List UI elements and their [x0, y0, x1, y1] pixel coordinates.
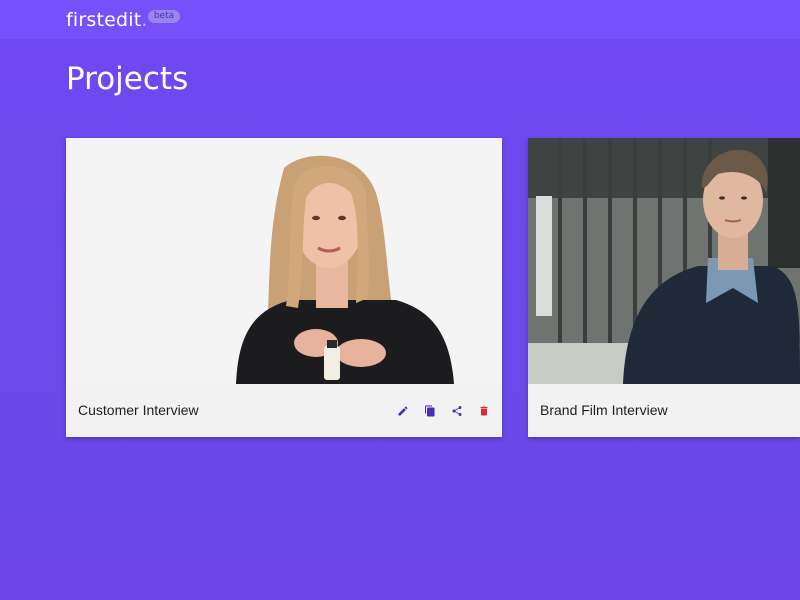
duplicate-button[interactable]: [419, 400, 441, 422]
card-actions: [392, 400, 500, 422]
project-thumbnail[interactable]: [528, 138, 800, 384]
project-card[interactable]: Brand Film Interview: [528, 138, 800, 437]
video-thumbnail-image: [66, 138, 502, 384]
video-thumbnail-image: [528, 138, 800, 384]
project-title[interactable]: Customer Interview: [78, 401, 199, 419]
top-bar: firstedit. beta: [0, 0, 800, 39]
logo[interactable]: firstedit.: [66, 8, 148, 32]
card-footer: Customer Interview: [66, 384, 502, 437]
copy-icon: [425, 405, 435, 417]
card-footer: Brand Film Interview: [528, 384, 800, 437]
beta-badge: beta: [148, 10, 180, 23]
share-button[interactable]: [446, 400, 468, 422]
trash-icon: [480, 406, 488, 416]
edit-button[interactable]: [392, 400, 414, 422]
pencil-icon: [398, 406, 408, 416]
project-thumbnail[interactable]: [66, 138, 502, 384]
delete-button[interactable]: [473, 400, 495, 422]
logo-dot: .: [141, 9, 148, 31]
share-icon: [452, 406, 462, 416]
project-card[interactable]: Customer Interview: [66, 138, 502, 437]
logo-text: firstedit: [66, 9, 142, 31]
project-title[interactable]: Brand Film Interview: [540, 401, 668, 419]
page-title: Projects: [66, 61, 189, 97]
